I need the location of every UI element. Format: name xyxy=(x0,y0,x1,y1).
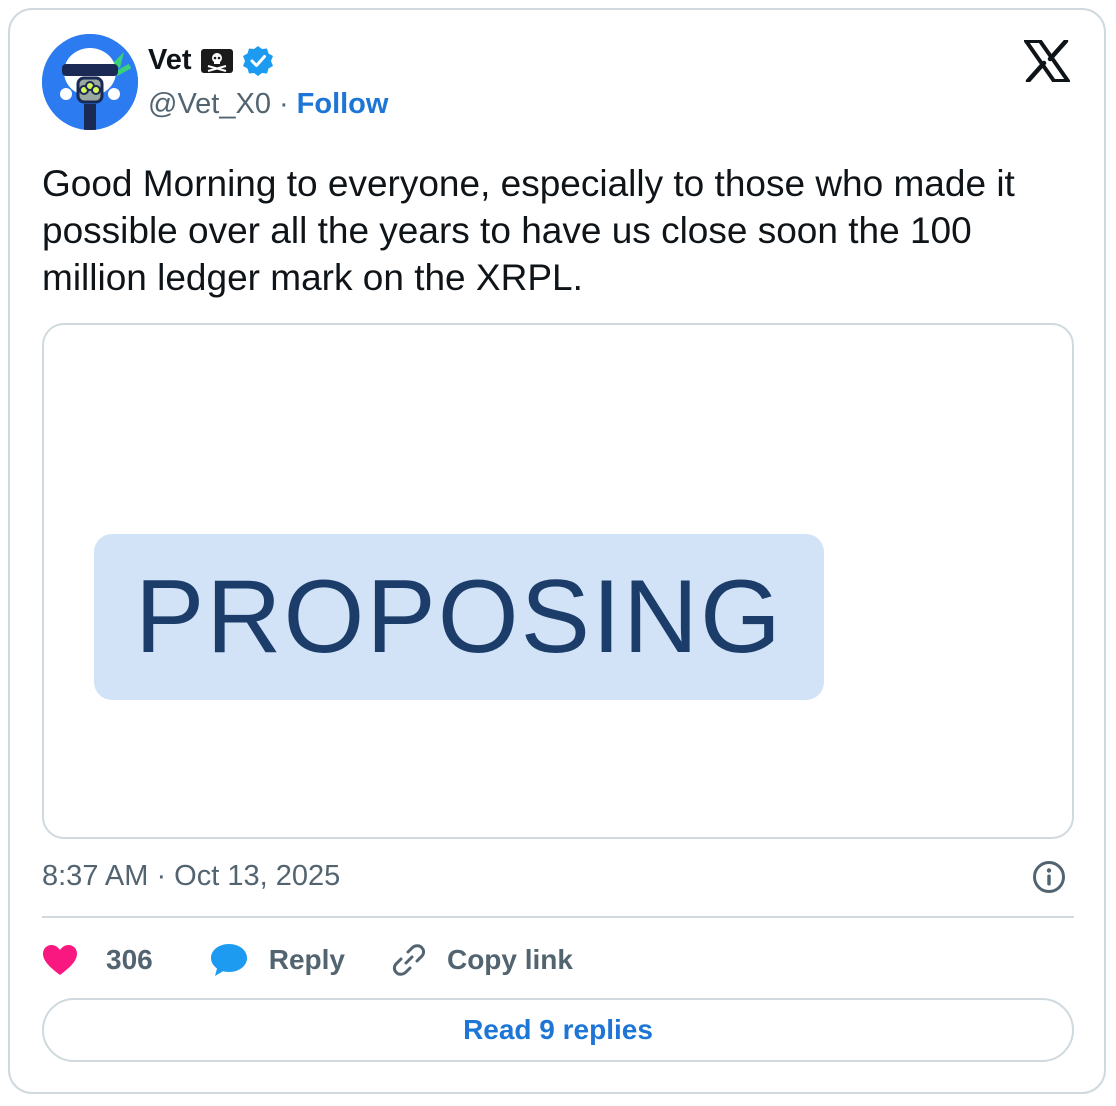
info-icon[interactable] xyxy=(1032,860,1066,894)
separator-dot: · xyxy=(278,88,289,120)
copy-link-button[interactable]: Copy link xyxy=(391,942,573,978)
speech-bubble-icon xyxy=(210,944,247,976)
action-bar: 306 Reply Copy link xyxy=(42,938,573,982)
author-name-row: Vet xyxy=(148,44,274,77)
divider xyxy=(42,916,1074,918)
author-handle-row: @Vet_X0 · Follow xyxy=(148,88,388,121)
reply-button[interactable]: Reply xyxy=(209,942,345,978)
author-name[interactable]: Vet xyxy=(148,44,192,77)
proposing-badge: PROPOSING xyxy=(94,534,824,700)
tweet-card: Vet @Vet_X0 · Follow Good Morning to eve… xyxy=(8,8,1106,1094)
tweet-timestamp[interactable]: 8:37 AM · Oct 13, 2025 xyxy=(42,860,340,893)
pirate-flag-icon xyxy=(200,48,233,73)
like-count: 306 xyxy=(106,944,153,975)
reply-label: Reply xyxy=(268,944,345,975)
read-replies-button[interactable]: Read 9 replies xyxy=(42,998,1074,1062)
tweet-text: Good Morning to everyone, especially to … xyxy=(42,163,1015,298)
copy-link-label: Copy link xyxy=(446,944,573,975)
verified-badge-icon xyxy=(242,45,273,76)
follow-button[interactable]: Follow xyxy=(297,88,389,121)
heart-icon xyxy=(43,945,77,975)
author-handle[interactable]: @Vet_X0 xyxy=(148,88,271,121)
badge-text: PROPOSING xyxy=(135,558,783,675)
author-avatar[interactable] xyxy=(42,34,138,130)
astronaut-avatar-icon xyxy=(42,34,138,130)
link-icon xyxy=(392,944,426,976)
x-logo-icon[interactable] xyxy=(1024,40,1070,82)
like-button[interactable]: 306 xyxy=(42,944,153,976)
tweet-media-image[interactable]: PROPOSING xyxy=(42,323,1074,839)
